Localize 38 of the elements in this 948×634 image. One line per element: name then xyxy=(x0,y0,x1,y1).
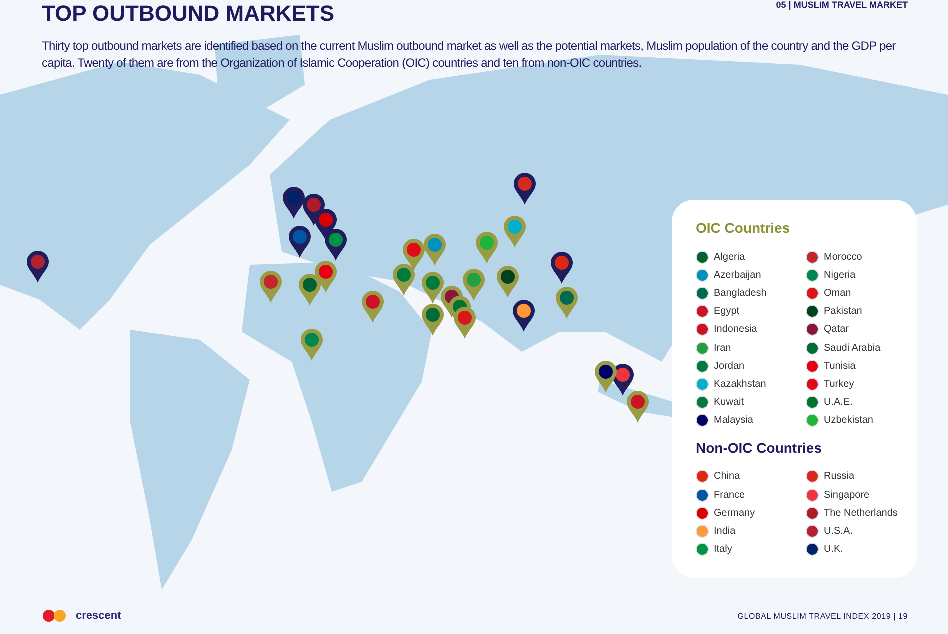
country-name: France xyxy=(714,490,746,501)
brand-name: crescent xyxy=(76,610,122,622)
intro-paragraph: Thirty top outbound markets are identified based on the current Muslim outbound market as well as the potential markets, Muslim population of the country and the GDP per capita. Twenty of them are from the Organization of Islamic Cooperation (OIC) countries and ten from non-OIC countries. xyxy=(42,38,897,72)
country-name: U.S.A. xyxy=(824,526,853,538)
country-name: Indonesia xyxy=(714,324,758,336)
country-name: India xyxy=(714,526,736,538)
country-name: Turkey xyxy=(824,378,854,390)
country-name: Germany xyxy=(714,508,756,519)
country-name: The Netherlands xyxy=(824,508,898,519)
country-name: China xyxy=(714,471,740,482)
country-name: Iran xyxy=(714,342,732,354)
logo-icon xyxy=(42,610,68,622)
country-name: Oman xyxy=(824,288,852,299)
country-name: Algeria xyxy=(714,252,746,263)
country-name: Azerbaijan xyxy=(714,270,762,281)
country-name: Qatar xyxy=(824,324,850,336)
country-name: Italy xyxy=(714,544,732,556)
country-name: Kuwait xyxy=(714,397,744,408)
country-name: Uzbekistan xyxy=(824,415,874,426)
country-name: Russia xyxy=(824,471,855,482)
section-label: 05 | MUSLIM TRAVEL MARKET xyxy=(776,0,908,10)
country-name: Singapore xyxy=(824,490,870,501)
country-name: Saudi Arabia xyxy=(824,342,881,354)
country-name: Bangladesh xyxy=(714,288,767,299)
legend-heading: OIC Countries xyxy=(696,220,792,236)
country-name: Malaysia xyxy=(714,415,754,426)
legend-heading: Non-OIC Countries xyxy=(696,440,823,456)
country-name: Kazakhstan xyxy=(714,378,766,390)
country-name: U.K. xyxy=(824,544,844,556)
country-name: Tunisia xyxy=(824,360,856,372)
page-number: GLOBAL MUSLIM TRAVEL INDEX 2019 | 19 xyxy=(738,612,908,620)
country-name: Morocco xyxy=(824,252,862,263)
country-name: U.A.E. xyxy=(824,397,853,408)
country-name: Egypt xyxy=(714,306,740,318)
country-name: Pakistan xyxy=(824,306,862,318)
country-name: Nigeria xyxy=(824,270,856,281)
country-name: Jordan xyxy=(714,360,745,372)
page-title: TOP OUTBOUND MARKETS xyxy=(42,0,335,28)
